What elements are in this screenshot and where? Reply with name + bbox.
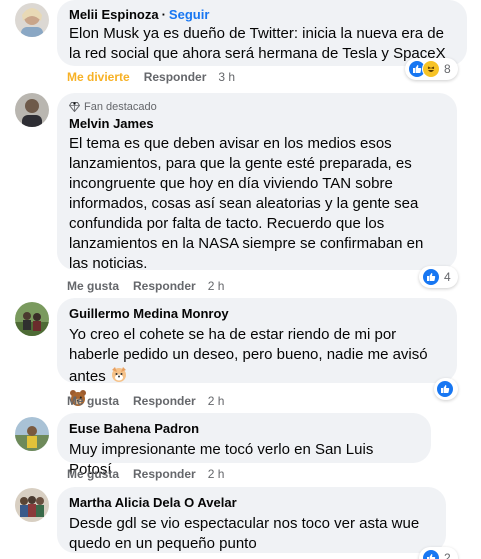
comment-bubble: Melii Espinoza · Seguir Elon Musk ya es du…	[57, 0, 467, 66]
comment-actions: Me gusta Responder 2 h	[67, 467, 238, 481]
reaction-button[interactable]: Me divierte	[67, 70, 130, 84]
avatar[interactable]	[15, 302, 49, 336]
timestamp[interactable]: 2 h	[208, 279, 225, 293]
comment-bubble: Guillermo Medina Monroy Yo creo el cohet…	[57, 298, 457, 406]
timestamp[interactable]: 2 h	[208, 394, 225, 408]
reaction-summary[interactable]: 2	[419, 547, 458, 559]
badge-label: Fan destacado	[84, 101, 157, 113]
like-icon	[436, 380, 454, 398]
like-button[interactable]: Me gusta	[67, 279, 119, 293]
reply-button[interactable]: Responder	[133, 279, 196, 293]
fan-badge: Fan destacado	[69, 100, 445, 114]
comment-actions: Me gusta Responder 2 h	[67, 279, 238, 293]
reaction-summary[interactable]	[434, 378, 458, 400]
author-name[interactable]: Guillermo Medina Monroy	[69, 306, 445, 322]
dog-emoji	[110, 365, 128, 389]
timestamp[interactable]: 2 h	[208, 467, 225, 481]
comment-text: Elon Musk ya es dueño de Twitter: inicia…	[69, 25, 446, 62]
like-icon	[422, 268, 440, 286]
like-icon	[422, 549, 440, 559]
reaction-count: 2	[444, 551, 451, 559]
comment-bubble: Euse Bahena Padron Muy impresionante me …	[57, 413, 431, 478]
comment-4: Euse Bahena Padron Muy impresionante me …	[0, 410, 481, 485]
author-name[interactable]: Melii Espinoza	[69, 7, 159, 22]
comment-bubble: Martha Alicia Dela O Avelar Desde gdl se…	[57, 487, 446, 553]
reaction-summary[interactable]: 8	[405, 58, 458, 80]
reply-button[interactable]: Responder	[133, 394, 196, 408]
avatar[interactable]	[15, 488, 49, 522]
like-button[interactable]: Me gusta	[67, 394, 119, 408]
comment-2: Fan destacado Melvin James El tema es qu…	[0, 90, 481, 295]
author-name[interactable]: Martha Alicia Dela O Avelar	[69, 495, 434, 511]
author-name[interactable]: Euse Bahena Padron	[69, 421, 419, 437]
haha-icon	[422, 60, 440, 78]
timestamp[interactable]: 3 h	[218, 70, 235, 84]
reaction-count: 4	[444, 270, 451, 284]
comment-actions: Me gusta Responder 2 h	[67, 394, 238, 408]
comment-text: El tema es que deben avisar en los medio…	[69, 135, 424, 272]
avatar[interactable]	[15, 417, 49, 451]
comment-5: Martha Alicia Dela O Avelar Desde gdl se…	[0, 485, 481, 559]
reply-button[interactable]: Responder	[133, 467, 196, 481]
avatar[interactable]	[15, 93, 49, 127]
reaction-count: 8	[444, 62, 451, 76]
reply-button[interactable]: Responder	[144, 70, 207, 84]
author-name[interactable]: Melvin James	[69, 116, 445, 132]
reaction-summary[interactable]: 4	[419, 266, 458, 288]
comment-3: Guillermo Medina Monroy Yo creo el cohet…	[0, 295, 481, 410]
diamond-badge-icon	[69, 102, 80, 112]
comment-bubble: Fan destacado Melvin James El tema es qu…	[57, 93, 457, 272]
comment-text: Desde gdl se vio espectacular nos toco v…	[69, 515, 420, 552]
avatar[interactable]	[15, 3, 49, 37]
like-button[interactable]: Me gusta	[67, 467, 119, 481]
follow-button[interactable]: Seguir	[169, 7, 209, 22]
comment-1: Melii Espinoza · Seguir Elon Musk ya es du…	[0, 0, 481, 90]
comment-actions: Me divierte Responder 3 h	[67, 70, 249, 84]
